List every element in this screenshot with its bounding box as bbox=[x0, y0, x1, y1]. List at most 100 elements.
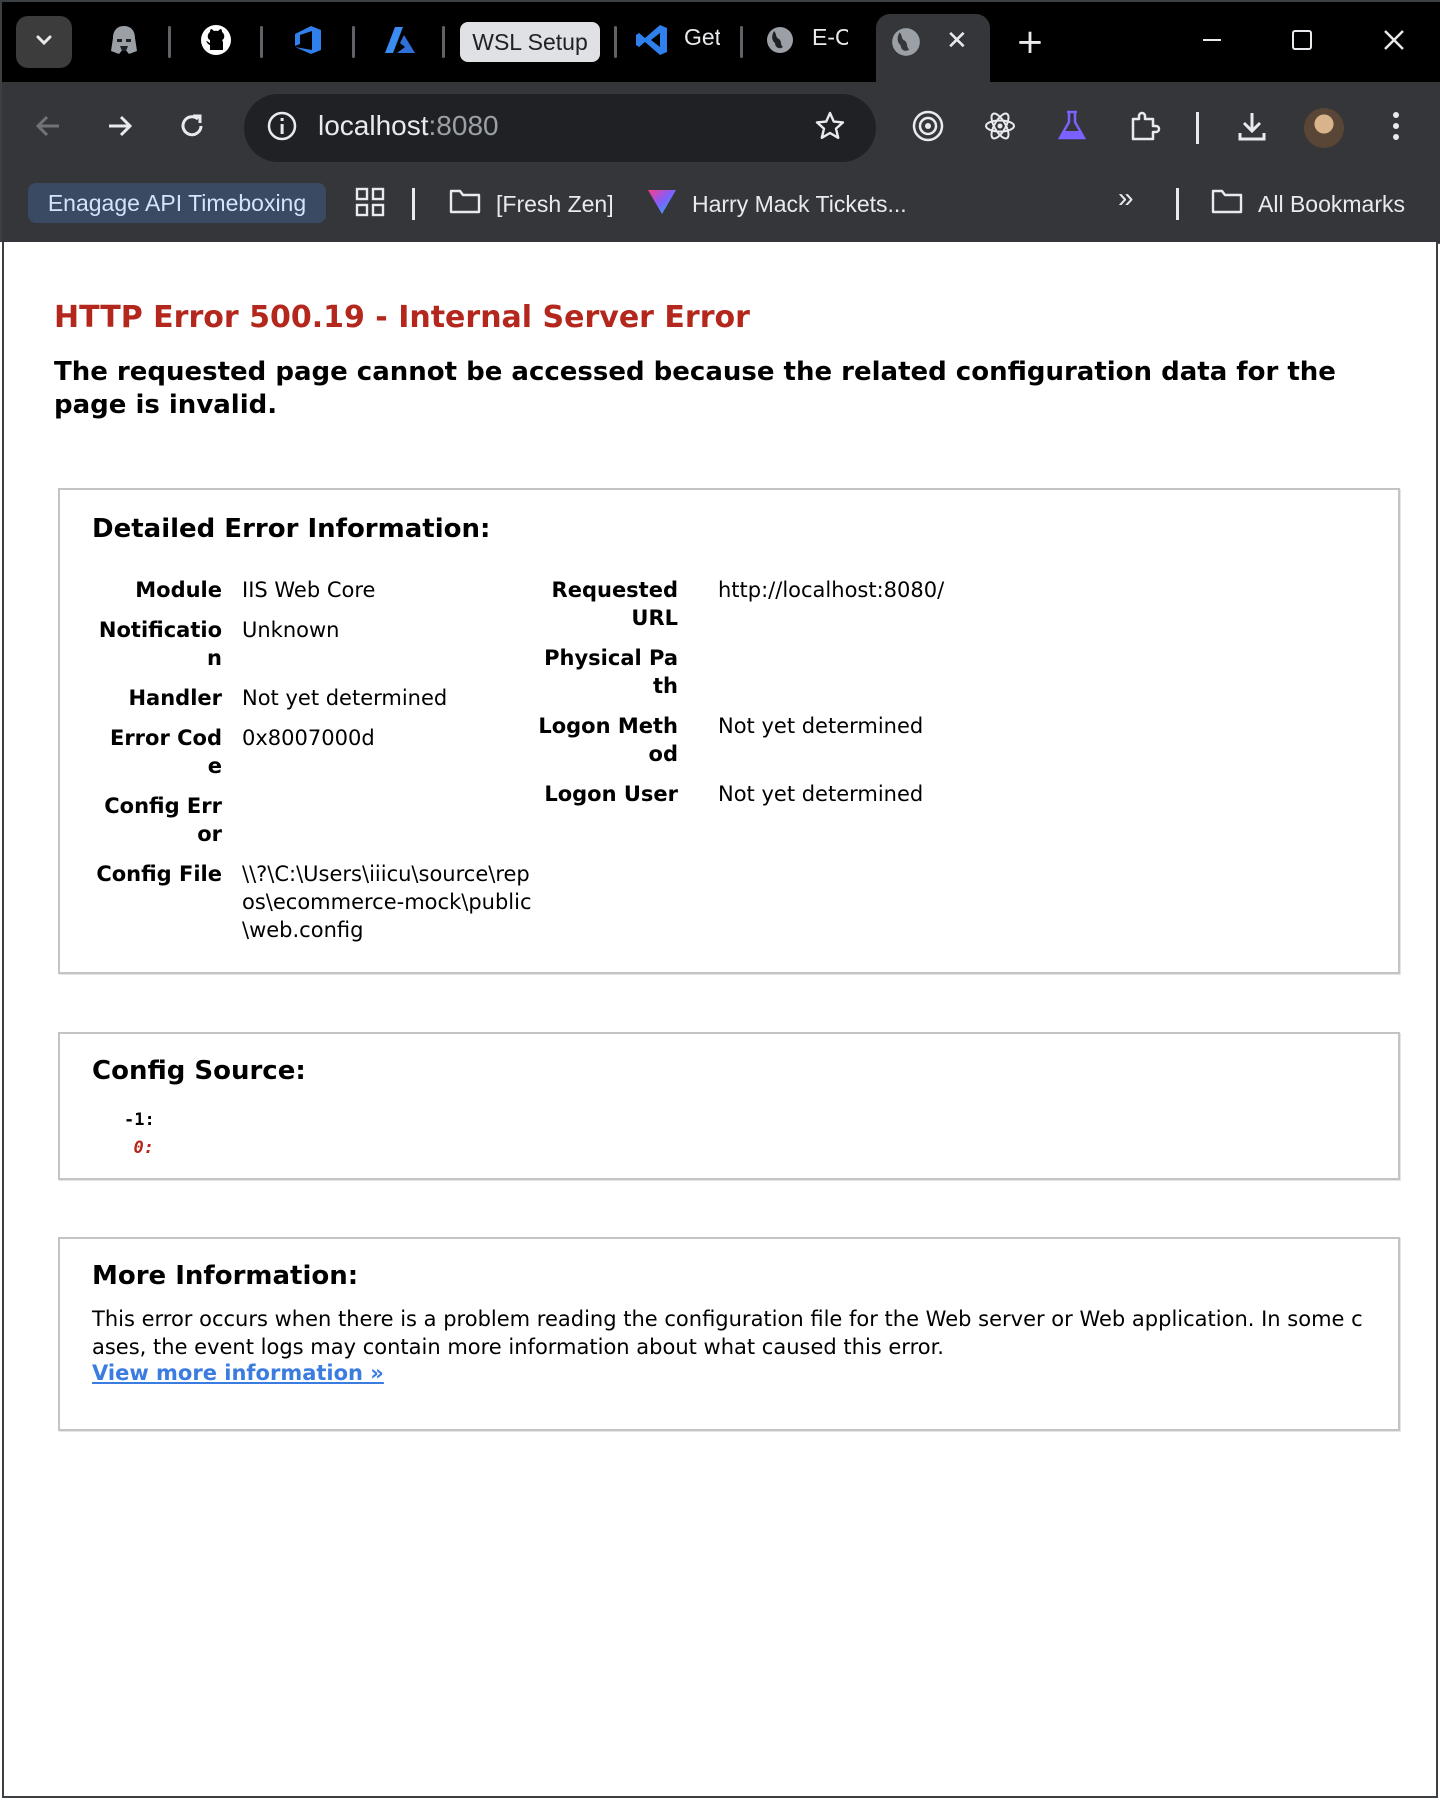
target-icon bbox=[911, 109, 945, 147]
info-icon bbox=[266, 110, 298, 146]
browser-menu-button[interactable] bbox=[1372, 104, 1420, 152]
flask-icon bbox=[1055, 109, 1089, 147]
minimize-button[interactable] bbox=[1182, 22, 1242, 62]
more-information-panel: More Information: This error occurs when… bbox=[58, 1237, 1400, 1431]
detail-row: Notification Unknown bbox=[96, 616, 532, 672]
line-number: 0: bbox=[133, 1138, 154, 1158]
reload-button[interactable] bbox=[170, 106, 214, 150]
tab-title-ecommerce[interactable]: E-C bbox=[812, 24, 848, 51]
apps-button[interactable] bbox=[354, 186, 386, 224]
darth-vader-icon bbox=[107, 23, 141, 61]
detail-value: Not yet determined bbox=[242, 686, 448, 710]
react-atom-icon bbox=[983, 109, 1017, 147]
view-more-information-link[interactable]: View more information » bbox=[92, 1361, 384, 1385]
url-text[interactable]: localhost:8080 bbox=[318, 110, 499, 142]
maximize-icon bbox=[1291, 29, 1313, 55]
detail-value: Unknown bbox=[242, 618, 340, 642]
error-details-left: Module IIS Web Core Notification Unknown… bbox=[96, 576, 532, 956]
tab-close-icon[interactable]: ✕ bbox=[946, 28, 968, 54]
pinned-tab-azure-devops[interactable] bbox=[278, 16, 338, 68]
source-line: -1: bbox=[124, 1106, 155, 1134]
folder-icon bbox=[448, 186, 482, 222]
azure-devops-icon bbox=[291, 23, 325, 61]
page-content: HTTP Error 500.19 - Internal Server Erro… bbox=[2, 242, 1438, 1798]
config-source-panel: Config Source: -1: 0: bbox=[58, 1032, 1400, 1180]
tab-ecommerce[interactable] bbox=[750, 16, 810, 68]
detail-value: 0x8007000d bbox=[242, 726, 375, 750]
bookmark-label: [Fresh Zen] bbox=[496, 190, 614, 217]
download-icon bbox=[1235, 109, 1269, 147]
azure-icon bbox=[383, 23, 417, 61]
bookmark-harry-mack[interactable]: Harry Mack Tickets... bbox=[646, 186, 907, 222]
new-tab-button[interactable]: + bbox=[1000, 22, 1060, 62]
maximize-button[interactable] bbox=[1272, 22, 1332, 62]
detail-value: http://localhost:8080/ bbox=[718, 578, 945, 602]
close-window-button[interactable] bbox=[1364, 22, 1424, 62]
extensions-button[interactable] bbox=[1120, 104, 1168, 152]
tab-divider bbox=[260, 26, 263, 58]
detail-value: \\?\C:\Users\iiicu\source\repos\ecommerc… bbox=[242, 862, 532, 942]
detail-label: Logon User bbox=[544, 782, 678, 806]
detail-row: Handler Not yet determined bbox=[96, 684, 532, 712]
site-info-button[interactable] bbox=[262, 108, 302, 148]
tab-title-vscode[interactable]: Get bbox=[684, 24, 720, 51]
detail-row: Physical Path bbox=[536, 644, 1078, 700]
address-bar[interactable]: localhost:8080 bbox=[244, 94, 876, 162]
more-info-text: This error occurs when there is a proble… bbox=[92, 1307, 1363, 1359]
extension-labs-button[interactable] bbox=[1048, 104, 1096, 152]
forward-button[interactable] bbox=[98, 106, 142, 150]
bookmark-folder-fresh-zen[interactable]: [Fresh Zen] bbox=[448, 186, 614, 222]
detail-label: Config Error bbox=[104, 794, 222, 846]
downloads-button[interactable] bbox=[1228, 104, 1276, 152]
detail-label: Error Code bbox=[109, 726, 222, 778]
detail-row: Logon Method Not yet determined bbox=[536, 712, 1078, 768]
reload-icon bbox=[177, 111, 207, 145]
detail-row: Error Code 0x8007000d bbox=[96, 724, 532, 780]
chevron-down-icon bbox=[33, 29, 55, 55]
panel-heading: Detailed Error Information: bbox=[92, 514, 491, 544]
extension-react-button[interactable] bbox=[976, 104, 1024, 152]
tab-vscode[interactable] bbox=[622, 16, 682, 68]
extension-target-button[interactable] bbox=[904, 104, 952, 152]
detail-label: Physical Path bbox=[544, 646, 678, 698]
detail-label: Handler bbox=[128, 686, 222, 710]
tab-divider bbox=[442, 26, 445, 58]
back-button[interactable] bbox=[26, 106, 70, 150]
panel-heading: Config Source: bbox=[92, 1056, 306, 1086]
url-port: :8080 bbox=[428, 110, 499, 141]
detail-value: Not yet determined bbox=[718, 714, 924, 738]
detail-row: Module IIS Web Core bbox=[96, 576, 532, 604]
tab-search-button[interactable] bbox=[16, 16, 72, 68]
browser-chrome: WSL Setup Get E-C ✕ + localhost:8080 Ena… bbox=[0, 0, 1440, 244]
globe-icon bbox=[765, 25, 795, 59]
tab-divider bbox=[614, 26, 617, 58]
detail-value bbox=[678, 644, 1078, 700]
line-number: -1: bbox=[124, 1110, 155, 1130]
error-subtitle: The requested page cannot be accessed be… bbox=[54, 357, 1336, 420]
detail-value bbox=[222, 792, 532, 848]
tab-divider bbox=[352, 26, 355, 58]
active-tab-localhost[interactable]: ✕ bbox=[876, 14, 990, 84]
bookmark-enagage-api-timeboxing[interactable]: Enagage API Timeboxing bbox=[28, 183, 326, 223]
detail-label: Requested URL bbox=[551, 578, 678, 630]
all-bookmarks-button[interactable]: All Bookmarks bbox=[1210, 186, 1405, 222]
bookmarks-bar: Enagage API Timeboxing [Fresh Zen] Harry… bbox=[2, 174, 1440, 244]
detail-row: Config File \\?\C:\Users\iiicu\source\re… bbox=[96, 860, 532, 944]
bookmarks-overflow-button[interactable]: » bbox=[1118, 182, 1134, 214]
bookmark-divider bbox=[412, 188, 415, 220]
vscode-icon bbox=[634, 22, 670, 62]
tab-strip: WSL Setup Get E-C ✕ + bbox=[2, 2, 1440, 84]
bookmark-star-button[interactable] bbox=[810, 108, 850, 148]
bookmark-label: All Bookmarks bbox=[1258, 190, 1405, 217]
pinned-tab-darth-vader[interactable] bbox=[94, 16, 154, 68]
arrow-left-icon bbox=[33, 111, 63, 145]
bookmark-divider bbox=[1176, 188, 1179, 220]
profile-avatar[interactable] bbox=[1304, 108, 1344, 148]
pinned-tab-github[interactable] bbox=[186, 16, 246, 68]
detailed-error-panel: Detailed Error Information: Module IIS W… bbox=[58, 488, 1400, 974]
tab-group-wsl-setup[interactable]: WSL Setup bbox=[460, 22, 600, 62]
pinned-tab-azure[interactable] bbox=[370, 16, 430, 68]
url-host: localhost bbox=[318, 110, 429, 141]
arrow-right-icon bbox=[105, 111, 135, 145]
star-icon bbox=[814, 110, 846, 146]
